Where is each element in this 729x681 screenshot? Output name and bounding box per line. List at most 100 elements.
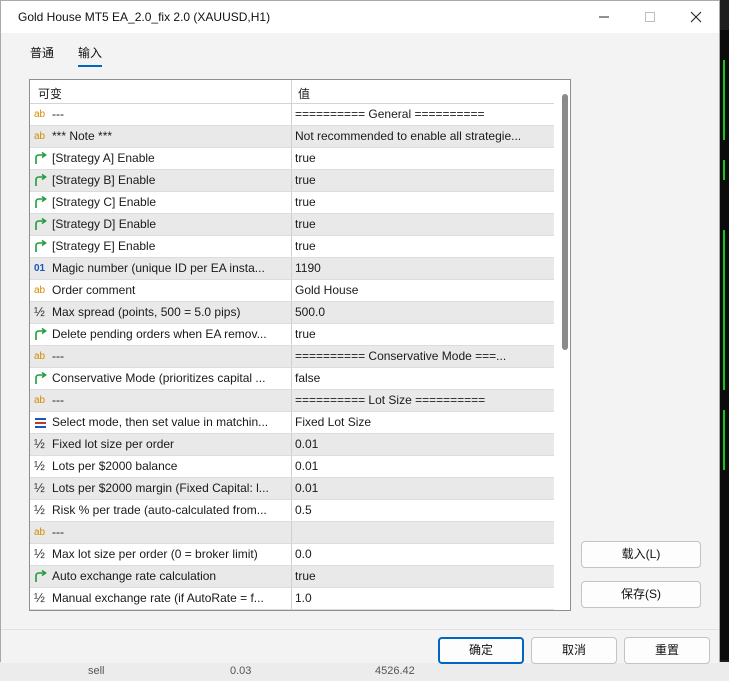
load-button[interactable]: 载入(L) [581, 541, 701, 568]
parameter-name: Lots per $2000 margin (Fixed Capital: l.… [52, 481, 269, 495]
parameter-row[interactable]: [Strategy C] Enable true [30, 192, 554, 214]
parameter-value[interactable]: ========== Lot Size ========== [295, 393, 550, 407]
column-header-variable[interactable]: 可变 [38, 85, 62, 102]
parameter-row[interactable]: ab --- ========== Lot Size ========== [30, 390, 554, 412]
double-type-icon: ½ [34, 304, 45, 319]
minimize-button[interactable] [581, 1, 627, 33]
trade-volume: 0.03 [230, 665, 252, 677]
parameter-row[interactable]: Conservative Mode (prioritizes capital .… [30, 368, 554, 390]
candle [723, 60, 725, 140]
tab-bar: 普通 输入 [1, 33, 719, 67]
double-type-icon: ½ [34, 546, 45, 561]
parameter-row[interactable]: ½ Lots per $2000 balance 0.01 [30, 456, 554, 478]
column-header-value[interactable]: 值 [298, 85, 310, 102]
double-type-icon: ½ [34, 458, 45, 473]
parameter-row[interactable]: [Strategy E] Enable true [30, 236, 554, 258]
parameter-value[interactable]: false [295, 371, 550, 385]
tab-common[interactable]: 普通 [30, 44, 54, 61]
column-divider [291, 104, 292, 125]
ok-button[interactable]: 确定 [438, 637, 524, 664]
ea-properties-dialog: Gold House MT5 EA_2.0_fix 2.0 (XAUUSD,H1… [0, 0, 720, 664]
column-divider [291, 236, 292, 257]
bool-type-icon [34, 327, 48, 341]
parameter-name: --- [52, 525, 64, 539]
parameter-name: Conservative Mode (prioritizes capital .… [52, 371, 266, 385]
string-type-icon: ab [34, 285, 46, 296]
parameter-row[interactable]: ½ Fixed lot size per order 0.01 [30, 434, 554, 456]
parameter-value[interactable]: true [295, 217, 550, 231]
column-divider [291, 170, 292, 191]
parameter-row[interactable]: ab --- [30, 522, 554, 544]
parameter-value[interactable]: Gold House [295, 283, 550, 297]
parameter-row[interactable]: ab --- ========== General ========== [30, 104, 554, 126]
parameter-value[interactable]: 1.0 [295, 591, 550, 605]
parameter-row[interactable]: [Strategy A] Enable true [30, 148, 554, 170]
parameter-value[interactable]: true [295, 327, 550, 341]
maximize-button [627, 1, 673, 33]
parameter-name: *** Note *** [52, 129, 113, 143]
column-divider [291, 544, 292, 565]
parameter-name: [Strategy C] Enable [52, 195, 157, 209]
parameter-row[interactable]: [Strategy B] Enable true [30, 170, 554, 192]
bool-type-icon [34, 569, 48, 583]
bool-type-icon [34, 371, 48, 385]
parameter-value[interactable]: 0.0 [295, 547, 550, 561]
parameter-row[interactable]: ab Order comment Gold House [30, 280, 554, 302]
column-divider [291, 412, 292, 433]
parameter-row[interactable]: Select mode, then set value in matchin..… [30, 412, 554, 434]
parameter-row[interactable]: ½ Max lot size per order (0 = broker limi… [30, 544, 554, 566]
reset-button[interactable]: 重置 [624, 637, 710, 664]
parameter-row[interactable]: ½ Risk % per trade (auto-calculated from.… [30, 500, 554, 522]
parameter-value[interactable]: ========== General ========== [295, 107, 550, 121]
cancel-button[interactable]: 取消 [531, 637, 617, 664]
close-button[interactable] [673, 1, 719, 33]
parameter-value[interactable]: true [295, 173, 550, 187]
parameter-name: --- [52, 349, 64, 363]
parameter-value[interactable]: 0.01 [295, 481, 550, 495]
vertical-scrollbar-thumb[interactable] [562, 94, 568, 350]
parameter-value[interactable]: true [295, 239, 550, 253]
column-divider [291, 588, 292, 609]
column-divider [291, 434, 292, 455]
column-divider [291, 456, 292, 477]
bool-type-icon [34, 173, 48, 187]
parameter-row[interactable]: [Strategy D] Enable true [30, 214, 554, 236]
save-button[interactable]: 保存(S) [581, 581, 701, 608]
maximize-icon [645, 12, 655, 22]
double-type-icon: ½ [34, 480, 45, 495]
parameter-row[interactable]: Delete pending orders when EA remov... tr… [30, 324, 554, 346]
string-type-icon: ab [34, 395, 46, 406]
column-divider [291, 214, 292, 235]
parameter-row[interactable]: 01 Magic number (unique ID per EA insta..… [30, 258, 554, 280]
parameter-row[interactable]: ½ Max spread (points, 500 = 5.0 pips) 500.… [30, 302, 554, 324]
column-divider [291, 258, 292, 279]
parameter-row[interactable]: ½ Manual exchange rate (if AutoRate = f..… [30, 588, 554, 610]
string-type-icon: ab [34, 131, 46, 142]
parameter-row[interactable]: Auto exchange rate calculation true [30, 566, 554, 588]
parameter-name: Delete pending orders when EA remov... [52, 327, 267, 341]
parameter-value[interactable]: Fixed Lot Size [295, 415, 550, 429]
parameter-value[interactable]: 1190 [295, 261, 550, 275]
parameter-value[interactable]: 0.01 [295, 437, 550, 451]
parameter-value[interactable]: 500.0 [295, 305, 550, 319]
parameter-value[interactable]: true [295, 195, 550, 209]
parameter-value[interactable]: 0.5 [295, 503, 550, 517]
parameter-row[interactable]: ab---========== Risk Management ====... [30, 610, 554, 611]
column-divider[interactable] [291, 80, 292, 103]
integer-type-icon: 01 [34, 263, 46, 274]
column-divider [291, 280, 292, 301]
parameter-value[interactable]: true [295, 569, 550, 583]
parameter-name: --- [52, 393, 64, 407]
parameter-row[interactable]: ab *** Note *** Not recommended to enable … [30, 126, 554, 148]
parameter-value[interactable]: Not recommended to enable all strategie.… [295, 129, 550, 143]
candle [723, 230, 725, 390]
window-title: Gold House MT5 EA_2.0_fix 2.0 (XAUUSD,H1… [18, 10, 271, 24]
parameter-value[interactable]: ========== Conservative Mode ===... [295, 349, 550, 363]
parameter-value[interactable]: 0.01 [295, 459, 550, 473]
parameter-value[interactable]: true [295, 151, 550, 165]
parameter-row[interactable]: ab --- ========== Conservative Mode ===... [30, 346, 554, 368]
tab-inputs[interactable]: 输入 [78, 44, 103, 67]
inputs-grid[interactable]: 可变 值 ab --- ========== General ========== a… [29, 79, 571, 611]
parameter-row[interactable]: ½ Lots per $2000 margin (Fixed Capital: l… [30, 478, 554, 500]
column-divider [291, 148, 292, 169]
